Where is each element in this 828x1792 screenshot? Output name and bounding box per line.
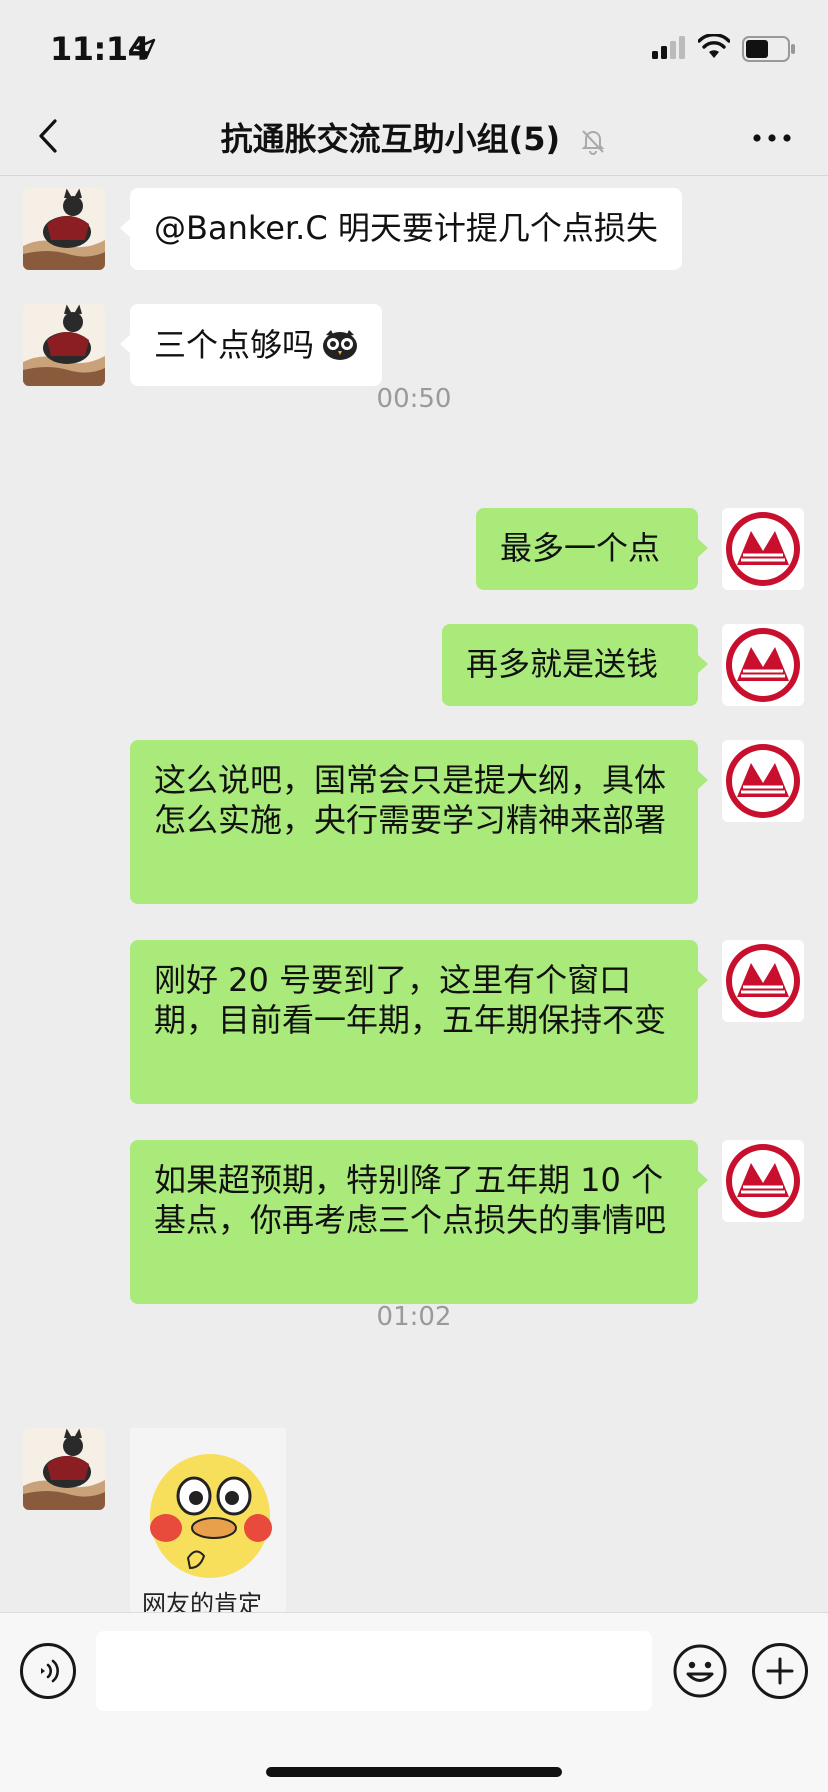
wechat-chat-screen: 11:14 抗通胀交流互助小组(5) @Banker.C 明天要计提几个点损失 … [0,0,828,1792]
outgoing-message[interactable]: 刚好 20 号要到了，这里有个窗口期，目前看一年期，五年期保持不变 [130,940,708,1104]
message-timestamp: 01:02 [376,1302,452,1332]
owl-emoji-icon [323,330,358,360]
incoming-message[interactable]: 三个点够吗 [119,304,383,386]
status-bar: 11:14 [0,0,828,96]
sticker-message[interactable]: 网友的肯定 [130,1428,286,1612]
nav-bar: 抗通胀交流互助小组(5) [0,96,828,176]
avatar[interactable] [722,508,804,590]
avatar[interactable] [23,188,105,270]
chat-title: 抗通胀交流互助小组(5) [220,120,561,158]
outgoing-message[interactable]: 最多一个点 [476,508,708,590]
emoji-button[interactable] [672,1643,728,1699]
voice-button[interactable] [20,1643,76,1699]
avatar[interactable] [23,304,105,386]
more-options-button[interactable] [748,120,796,156]
outgoing-message[interactable]: 这么说吧，国常会只是提大纲，具体怎么实施，央行需要学习精神来部署 [130,740,708,904]
avatar[interactable] [722,1140,804,1222]
message-input[interactable] [96,1631,652,1711]
chat-title-wrapper: 抗通胀交流互助小组(5) [0,114,828,160]
avatar[interactable] [23,1428,105,1510]
bank-logo-avatar [726,512,800,586]
input-toolbar [0,1612,828,1792]
signal-icon [652,36,685,59]
bank-logo-avatar [726,1144,800,1218]
emoji-face-icon [673,1644,727,1698]
plus-icon [766,1657,794,1685]
mute-bell-icon [581,130,605,155]
battery-icon [742,36,795,62]
sticker-caption: 网友的肯定 [142,1590,262,1612]
message-timestamp: 00:50 [376,384,452,414]
incoming-message[interactable]: @Banker.C 明天要计提几个点损失 [120,188,682,270]
chat-message-list[interactable]: @Banker.C 明天要计提几个点损失 三个点够吗 00:50 最多一个点 再… [0,176,828,1612]
outgoing-message[interactable]: 如果超预期，特别降了五年期 10 个基点，你再考虑三个点损失的事情吧 [130,1140,708,1304]
message-text: 三个点够吗 [154,326,315,364]
avatar[interactable] [722,624,804,706]
location-arrow-icon [134,38,156,60]
cat-avatar-image [23,188,105,270]
more-dots-icon [753,134,791,142]
cat-avatar-image [23,1428,105,1510]
wifi-icon [698,34,730,58]
cat-avatar-image [23,304,105,386]
bank-logo-avatar [726,744,800,818]
duck-sticker-image [150,1454,272,1578]
more-actions-button[interactable] [752,1643,808,1699]
voice-icon [41,1659,59,1683]
bank-logo-avatar [726,628,800,702]
avatar[interactable] [722,740,804,822]
home-indicator[interactable] [266,1767,562,1777]
outgoing-message[interactable]: 再多就是送钱 [442,624,708,706]
avatar[interactable] [722,940,804,1022]
bank-logo-avatar [726,944,800,1018]
